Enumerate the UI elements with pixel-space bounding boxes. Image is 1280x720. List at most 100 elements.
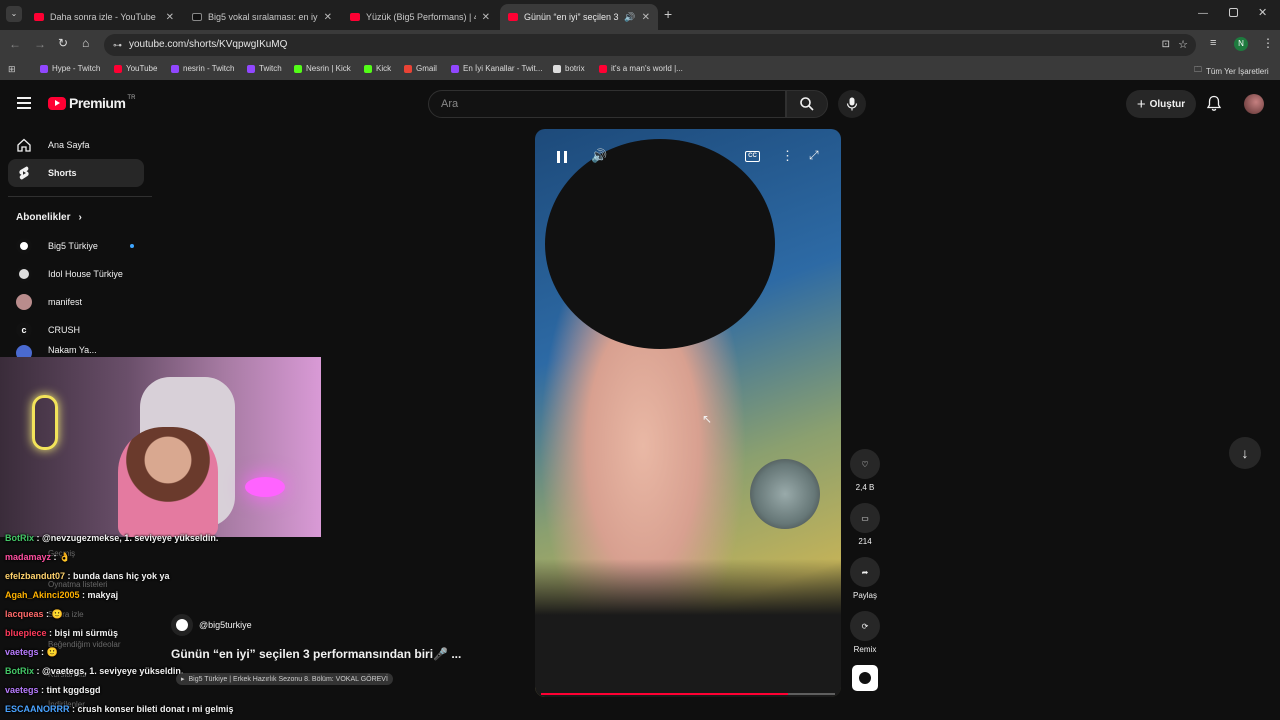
bookmark-item[interactable]: Gmail (404, 64, 437, 73)
chat-username: ESCAANORRR (5, 704, 70, 714)
like-icon: ♡ (850, 449, 880, 479)
restore-button[interactable] (1229, 8, 1238, 17)
close-icon[interactable]: ✕ (482, 12, 490, 23)
close-icon[interactable]: ✕ (642, 12, 650, 23)
close-icon[interactable]: ✕ (166, 12, 174, 23)
apps-icon[interactable]: ⊞ (8, 64, 16, 75)
fullscreen-icon[interactable]: ⤢ (809, 148, 819, 163)
logo-text: Premium (69, 95, 126, 111)
voice-search-button[interactable] (838, 90, 866, 118)
short-title[interactable]: Günün “en iyi” seçilen 3 performansından… (171, 647, 461, 661)
search-icon (800, 97, 814, 111)
user-avatar[interactable] (1244, 94, 1264, 114)
chat-text: 🙂 (46, 647, 58, 657)
back-icon[interactable]: ← (9, 37, 21, 51)
all-bookmarks-folder[interactable]: 🗀 Tüm Yer İşaretleri (1194, 64, 1269, 78)
channel-handle: @big5turkiye (199, 620, 252, 630)
reload-icon[interactable]: ↻ (58, 36, 68, 50)
forward-icon[interactable]: → (34, 37, 46, 51)
chat-message: vaetegs : 🙂 (5, 647, 58, 658)
chat-text: tint kggdsgd (46, 685, 101, 695)
youtube-premium-logo[interactable]: Premium TR (48, 95, 135, 111)
sidebar-item-label: Shorts (48, 168, 77, 178)
tab-current-short[interactable]: Günün “en iyi” seçilen 3 per 🔊 ✕ (500, 4, 658, 30)
channel-name: manifest (48, 297, 83, 307)
bookmark-label: En İyi Kanallar - Twit... (463, 64, 543, 73)
bookmark-item[interactable]: Hype - Twitch (40, 64, 100, 73)
remix-button[interactable]: ⟳ Remix (849, 611, 881, 654)
bookmark-item[interactable]: Kick (364, 64, 391, 73)
tab-title: Big5 vokal sıralaması: en iyi 22 - (208, 12, 318, 22)
subscription-partial[interactable]: Nakam Ya... (8, 345, 144, 357)
channel-name: Big5 Türkiye (48, 241, 98, 251)
audio-playing-icon[interactable]: 🔊 (624, 12, 635, 23)
browser-menu-icon[interactable]: ⋮ (1262, 36, 1274, 50)
subscription-crush[interactable]: c CRUSH (8, 317, 144, 343)
bookmark-favicon-icon (364, 64, 372, 73)
comments-button[interactable]: ▭ 214 (849, 503, 881, 546)
volume-icon[interactable]: 🔊 (591, 148, 607, 164)
home-icon[interactable]: ⌂ (82, 36, 89, 50)
minimize-button[interactable]: — (1198, 8, 1208, 19)
tab-search-icon[interactable]: ≡ (1210, 37, 1216, 49)
video-frame-shirt (535, 559, 841, 697)
search-input[interactable]: Ara (428, 90, 786, 118)
sidebar-item-shorts[interactable]: Shorts (8, 159, 144, 187)
video-progress-track[interactable] (541, 693, 835, 695)
chat-separator: : (51, 552, 60, 562)
install-app-icon[interactable]: ⊡ (1162, 34, 1170, 56)
captions-icon[interactable]: CC (745, 151, 760, 162)
bookmark-item[interactable]: it's a man's world |... (599, 64, 683, 73)
pause-button[interactable] (557, 151, 567, 163)
subscription-idol-house[interactable]: Idol House Türkiye (8, 261, 144, 287)
chat-message: bluepiece : bişi mi sürmüş (5, 628, 118, 638)
channel-avatar: c (16, 322, 32, 338)
more-options-icon[interactable]: ⋮ (781, 148, 794, 164)
video-frame-hair (545, 139, 775, 349)
bookmark-star-icon[interactable]: ☆ (1178, 34, 1188, 56)
hamburger-menu-icon[interactable] (17, 97, 31, 109)
tab-watch-later[interactable]: Daha sonra izle - YouTube ✕ (26, 4, 182, 30)
short-channel[interactable]: @big5turkiye (171, 614, 252, 636)
close-window-button[interactable]: ✕ (1258, 6, 1267, 19)
new-tab-button[interactable]: + (664, 6, 672, 22)
next-short-button[interactable]: ↓ (1229, 437, 1261, 469)
chat-username: BotRix (5, 666, 34, 676)
bookmark-item[interactable]: YouTube (114, 64, 157, 73)
subscription-manifest[interactable]: manifest (8, 289, 144, 315)
sidebar-item-home[interactable]: Ana Sayfa (8, 131, 144, 159)
chat-text: @vaetegs, 1. seviyeye yükseldin. (42, 666, 184, 676)
bookmark-favicon-icon (553, 64, 561, 73)
chat-username: bluepiece (5, 628, 47, 638)
create-button[interactable]: + Oluştur (1126, 90, 1196, 118)
bookmark-label: Twitch (259, 64, 282, 73)
channel-avatar (16, 294, 32, 310)
subscriptions-header[interactable]: Abonelikler › (16, 212, 82, 223)
bookmark-item[interactable]: Nesrin | Kick (294, 64, 351, 73)
bookmark-item[interactable]: nesrin - Twitch (171, 64, 234, 73)
bookmark-item[interactable]: botrix (553, 64, 585, 73)
channel-avatar (16, 238, 32, 254)
youtube-icon (508, 13, 518, 21)
bookmark-item[interactable]: En İyi Kanallar - Twit... (451, 64, 542, 73)
chat-username: madamayz (5, 552, 52, 562)
like-button[interactable]: ♡ 2,4 B (849, 449, 881, 492)
close-icon[interactable]: ✕ (324, 12, 332, 23)
shorts-video-player[interactable]: 🔊 CC ⋮ ⤢ (535, 129, 841, 697)
address-bar[interactable]: ⊶ youtube.com/shorts/KVqpwgIKuMQ ⊡ ☆ (104, 34, 1196, 56)
subscription-big5-turkiye[interactable]: Big5 Türkiye (8, 233, 144, 259)
site-info-icon[interactable]: ⊶ (113, 34, 122, 56)
chat-username: Agah_Akinci2005 (5, 590, 80, 600)
notifications-bell-icon[interactable] (1206, 95, 1222, 117)
profile-avatar[interactable]: N (1234, 37, 1248, 51)
search-button[interactable] (786, 90, 828, 118)
sound-thumbnail[interactable] (852, 665, 878, 691)
tab-search-button[interactable]: ⌄ (6, 6, 22, 22)
short-subtitle[interactable]: ▸ Big5 Türkiye | Erkek Hazırlık Sezonu 8… (176, 673, 393, 685)
bookmark-item[interactable]: Twitch (247, 64, 282, 73)
tab-yuzuk-performance[interactable]: Yüzük (Big5 Performans) | 4. Gr ✕ (342, 4, 498, 30)
bookmark-favicon-icon (599, 64, 607, 73)
tab-big5-ranking[interactable]: Big5 vokal sıralaması: en iyi 22 - ✕ (184, 4, 340, 30)
microphone-in-video (750, 459, 820, 529)
share-button[interactable]: ➦ Paylaş (849, 557, 881, 600)
